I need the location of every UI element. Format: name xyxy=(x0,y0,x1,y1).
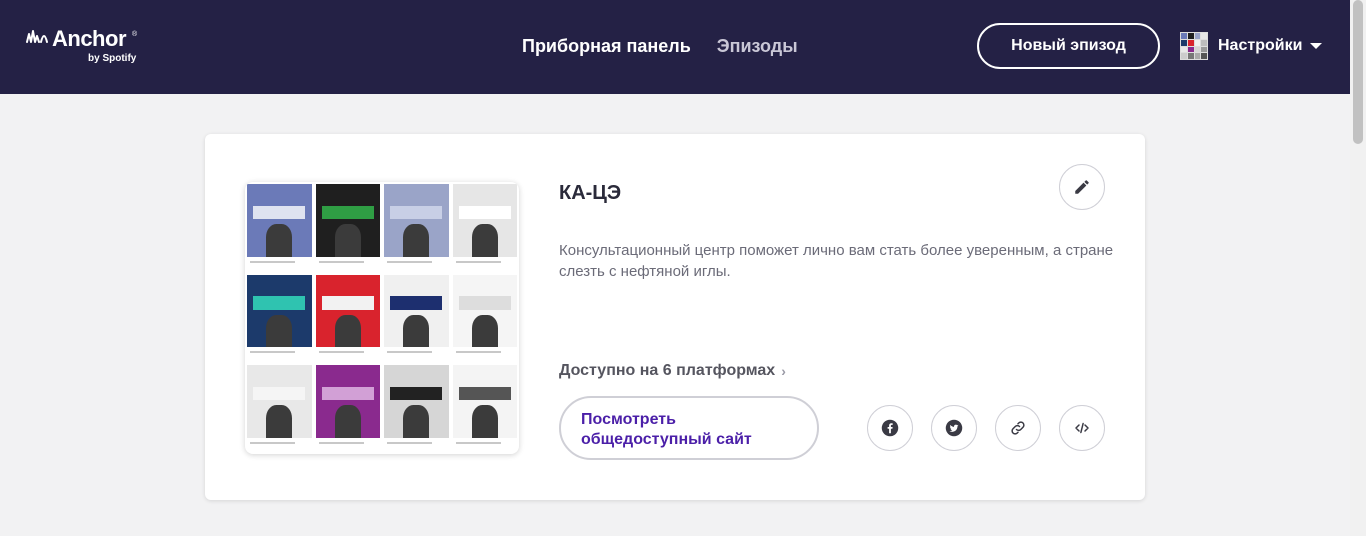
cover-book-thumbnail xyxy=(384,274,449,362)
logo-subtitle: by Spotify xyxy=(88,53,137,64)
cover-book-thumbnail xyxy=(315,184,380,271)
top-navigation-bar: Anchor ® by Spotify Приборная панель Эпи… xyxy=(0,0,1350,94)
podcast-card: КА-ЦЭ Консультационный центр поможет лич… xyxy=(205,134,1145,500)
podcast-title: КА-ЦЭ xyxy=(559,182,622,204)
cover-book-thumbnail xyxy=(384,365,449,452)
link-icon xyxy=(1011,421,1025,435)
platforms-label: Доступно на 6 платформах xyxy=(559,362,776,379)
available-platforms-link[interactable]: Доступно на 6 платформах › xyxy=(559,362,786,380)
twitter-icon xyxy=(945,419,963,437)
anchor-wave-icon xyxy=(26,30,48,43)
share-twitter-button[interactable] xyxy=(931,405,977,451)
cover-book-thumbnail xyxy=(315,365,380,452)
cover-book-thumbnail xyxy=(247,274,312,362)
settings-menu[interactable]: Настройки xyxy=(1180,32,1323,60)
nav-episodes[interactable]: Эпизоды xyxy=(717,36,798,57)
logo-registered-mark: ® xyxy=(132,31,138,38)
logo-text: Anchor xyxy=(52,26,127,51)
pencil-icon xyxy=(1075,180,1089,194)
cover-book-thumbnail xyxy=(247,184,312,271)
main-nav: Приборная панель Эпизоды xyxy=(522,36,798,57)
scrollbar-thumb[interactable] xyxy=(1353,0,1363,144)
cover-book-thumbnail xyxy=(247,365,312,452)
copy-link-button[interactable] xyxy=(995,405,1041,451)
embed-icon xyxy=(1075,422,1089,434)
podcast-description: Консультационный центр поможет лично вам… xyxy=(559,242,1114,280)
new-episode-button[interactable]: Новый эпизод xyxy=(977,23,1160,69)
cover-book-thumbnail xyxy=(315,274,380,362)
nav-dashboard[interactable]: Приборная панель xyxy=(522,36,691,57)
page-scrollbar[interactable] xyxy=(1350,0,1366,536)
cover-book-thumbnail xyxy=(452,184,517,271)
settings-label: Настройки xyxy=(1218,37,1303,54)
edit-podcast-button[interactable] xyxy=(1059,164,1105,210)
anchor-logo[interactable]: Anchor ® by Spotify xyxy=(26,26,146,66)
facebook-icon xyxy=(881,419,899,437)
podcast-avatar xyxy=(1180,32,1208,60)
chevron-right-icon: › xyxy=(781,363,786,379)
cover-book-thumbnail xyxy=(452,274,517,362)
share-facebook-button[interactable] xyxy=(867,405,913,451)
cover-book-thumbnail xyxy=(452,365,517,452)
cover-book-thumbnail xyxy=(384,184,449,271)
view-public-site-button[interactable]: Посмотреть общедоступный сайт xyxy=(559,396,819,460)
podcast-cover-art xyxy=(245,182,519,454)
embed-code-button[interactable] xyxy=(1059,405,1105,451)
caret-down-icon xyxy=(1310,43,1323,49)
